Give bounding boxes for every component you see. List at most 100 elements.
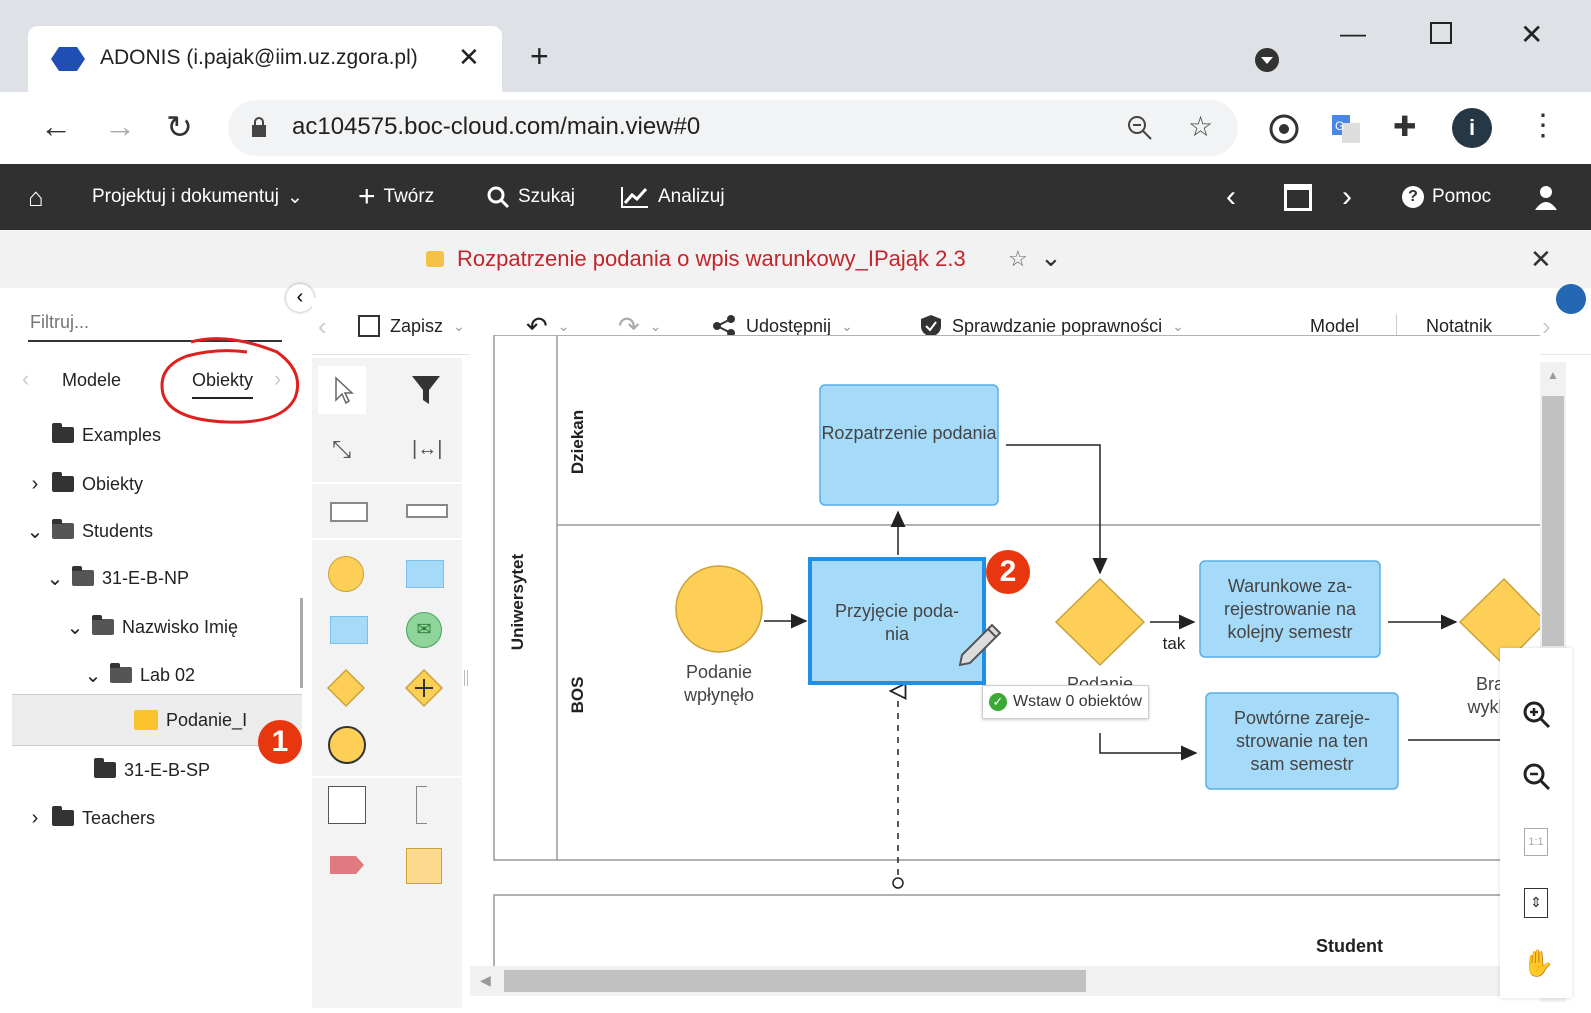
horizontal-scrollbar[interactable]: ◀ — [470, 966, 1500, 996]
close-model-icon[interactable]: ✕ — [1530, 244, 1552, 275]
browser-menu-icon[interactable]: ⋮ — [1528, 108, 1558, 143]
save-label: Zapisz — [390, 315, 444, 336]
translate-icon[interactable]: G — [1330, 113, 1362, 145]
tree-item-teachers[interactable]: › Teachers — [26, 798, 155, 838]
message-event-shape-icon[interactable]: ✉ — [406, 612, 442, 648]
tab-models[interactable]: Modele — [62, 370, 121, 391]
actual-size-icon[interactable]: 1:1 — [1524, 828, 1548, 856]
chevron-right-icon[interactable]: › — [26, 807, 44, 830]
tree-item-students[interactable]: ⌄ Students — [26, 511, 153, 551]
help-menu[interactable]: ? Pomoc — [1402, 164, 1491, 230]
browser-tab[interactable]: ADONIS (i.pajak@iim.uz.zgora.pl) ✕ — [28, 26, 502, 92]
user-icon[interactable] — [1534, 164, 1558, 230]
pointer-tool[interactable] — [318, 366, 366, 414]
chevron-right-icon[interactable]: › — [26, 473, 44, 496]
vertical-scroll-thumb[interactable] — [1542, 396, 1564, 646]
palette-resize-handle[interactable] — [464, 670, 468, 686]
forward-icon[interactable]: → — [104, 108, 136, 145]
pencil-edit-icon[interactable] — [954, 613, 1004, 667]
model-title[interactable]: Rozpatrzenie podania o wpis warunkowy_IP… — [457, 246, 966, 272]
start-event-shape-icon[interactable] — [328, 556, 364, 592]
design-menu[interactable]: Projektuj i dokumentuj ⌄ — [92, 164, 303, 230]
filter-tool[interactable] — [408, 372, 444, 413]
start-event[interactable] — [675, 565, 763, 653]
home-button[interactable]: ⌂ — [28, 164, 44, 230]
new-tab-button[interactable]: + — [530, 38, 549, 75]
search-menu[interactable]: Szukaj — [486, 164, 575, 230]
nav-forward-icon[interactable]: › — [1342, 164, 1352, 230]
data-object-shape-icon[interactable] — [328, 854, 366, 876]
window-icon[interactable] — [1284, 164, 1312, 230]
red-circle-annotation — [160, 337, 300, 424]
collapse-panel-icon[interactable]: ‹ — [286, 284, 314, 312]
close-tab-icon[interactable]: ✕ — [458, 42, 480, 73]
zoom-icon[interactable] — [1126, 114, 1154, 142]
spacing-tool-icon[interactable]: |↔| — [412, 438, 442, 461]
omnibox[interactable]: ac104575.boc-cloud.com/main.view#0 ☆ — [228, 100, 1238, 156]
scroll-up-icon[interactable]: ▲ — [1547, 368, 1559, 382]
analyze-menu[interactable]: Analizuj — [620, 164, 725, 230]
nav-back-icon[interactable]: ‹ — [1226, 164, 1236, 230]
fit-page-icon[interactable]: ⇕ — [1524, 888, 1548, 918]
tab-title: ADONIS (i.pajak@iim.uz.zgora.pl) — [100, 46, 418, 69]
side-expand-icon[interactable] — [1556, 284, 1586, 314]
analyze-label: Analizuj — [658, 186, 725, 207]
maximize-icon[interactable] — [1430, 22, 1452, 44]
parallel-gateway-shape-icon[interactable] — [404, 668, 444, 708]
profile-avatar[interactable]: i — [1452, 108, 1492, 148]
media-dropdown-icon[interactable] — [1253, 46, 1281, 74]
chevron-down-icon[interactable]: ⌄ — [84, 663, 102, 688]
toolbar-right-arrow-icon[interactable]: › — [1542, 298, 1551, 354]
tree-item-lab-02[interactable]: ⌄ Lab 02 — [84, 655, 195, 695]
pool-shape-icon[interactable] — [330, 502, 368, 522]
gateway-shape-icon[interactable] — [326, 668, 366, 708]
chevron-down-icon[interactable]: ⌄ — [26, 519, 44, 544]
model-file-icon — [134, 710, 158, 730]
pan-hand-icon[interactable]: ✋ — [1522, 948, 1554, 979]
tabs-left-arrow-icon[interactable]: ‹ — [22, 366, 29, 392]
close-window-icon[interactable]: ✕ — [1520, 18, 1543, 51]
tree-label: Nazwisko Imię — [122, 616, 239, 637]
zoom-out-icon[interactable] — [1522, 762, 1552, 792]
tree-item-obiekty[interactable]: › Obiekty — [26, 464, 143, 504]
task-rozpatrzenie[interactable] — [819, 384, 999, 506]
pool-student-label: Student — [1316, 936, 1383, 956]
scroll-left-icon[interactable]: ◀ — [480, 972, 491, 989]
chevron-down-icon[interactable]: ⌄ — [66, 615, 84, 640]
subprocess-shape-icon[interactable] — [330, 616, 368, 644]
zoom-in-icon[interactable] — [1522, 700, 1552, 730]
favorite-star-icon[interactable]: ☆ — [1008, 246, 1028, 272]
chevron-down-icon[interactable]: ⌄ — [46, 566, 64, 591]
back-icon[interactable]: ← — [40, 108, 72, 145]
folder-open-icon — [72, 566, 94, 586]
extensions-puzzle-icon[interactable]: ✚ — [1393, 110, 1416, 143]
panel-scrollbar[interactable] — [300, 598, 303, 688]
tree-item-nazwisko-imie[interactable]: ⌄ Nazwisko Imię — [66, 607, 238, 647]
extension-icon[interactable] — [1268, 113, 1300, 145]
tree-label: Examples — [82, 424, 162, 445]
folder-icon — [94, 758, 116, 778]
end-event-shape-icon[interactable] — [328, 726, 366, 764]
diagram-canvas[interactable]: Uniwersytet Dziekan BOS Rozpatrzenie pod… — [470, 335, 1540, 995]
save-button[interactable]: Zapisz ⌄ — [358, 298, 465, 354]
title-chevron-down-icon[interactable]: ⌄ — [1040, 242, 1062, 273]
bookmark-star-icon[interactable]: ☆ — [1188, 110, 1213, 143]
create-menu[interactable]: + Twórz — [358, 164, 434, 230]
tree-item-31-e-b-np[interactable]: ⌄ 31-E-B-NP — [46, 558, 189, 598]
annotation-shape-icon[interactable] — [416, 786, 427, 824]
tree-item-podanie[interactable]: Podanie_I — [134, 700, 266, 740]
minimize-icon[interactable]: — — [1340, 18, 1366, 49]
task-shape-icon[interactable] — [406, 560, 444, 588]
search-label: Szukaj — [518, 186, 576, 207]
reload-icon[interactable]: ↻ — [166, 108, 193, 146]
insert-objects-tooltip: ✓ Wstaw 0 obiektów — [982, 685, 1149, 719]
note-shape-icon[interactable] — [406, 848, 442, 884]
create-label: Twórz — [383, 186, 435, 207]
tree-item-examples[interactable]: Examples — [26, 415, 161, 455]
horizontal-scroll-thumb[interactable] — [504, 970, 1086, 992]
lane-shape-icon[interactable] — [406, 504, 448, 518]
connector-tool-icon[interactable]: ⤡ — [332, 436, 351, 464]
tree-item-31-e-b-sp[interactable]: 31-E-B-SP — [68, 750, 210, 790]
group-shape-icon[interactable] — [328, 786, 366, 824]
toolbar-left-arrow-icon[interactable]: ‹ — [318, 298, 327, 354]
